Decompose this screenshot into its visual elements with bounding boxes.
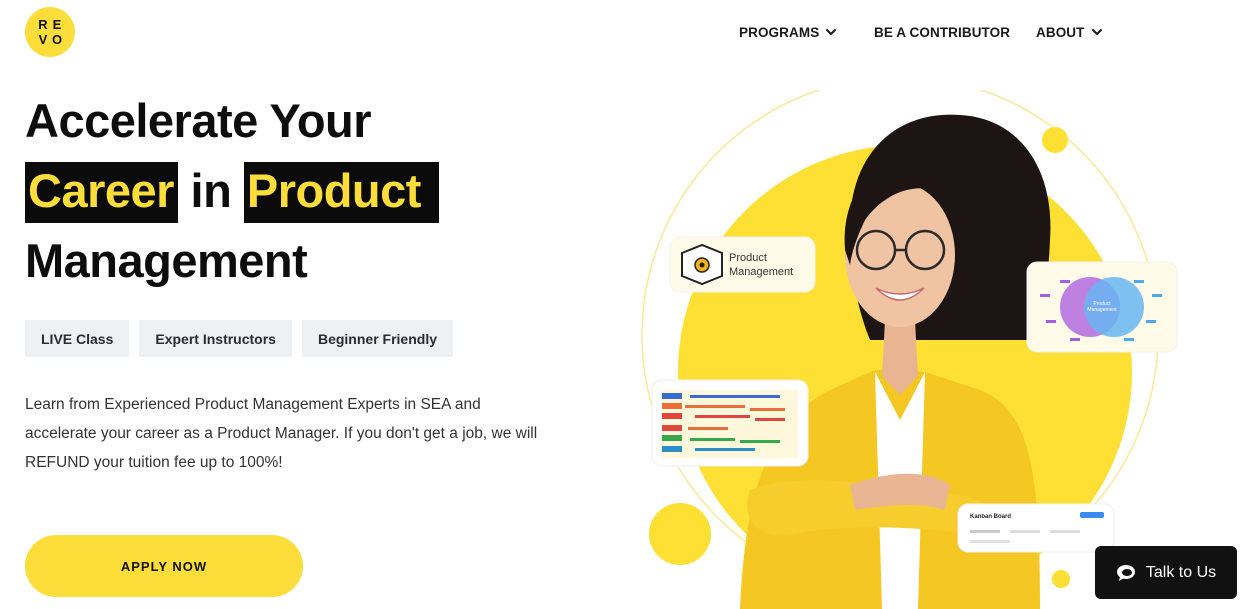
nav-contributor-label: BE A CONTRIBUTOR [874, 24, 1011, 40]
feature-tags: LIVE Class Expert Instructors Beginner F… [25, 320, 453, 357]
tag-beginner-friendly: Beginner Friendly [301, 320, 453, 357]
nav-about[interactable]: ABOUT [1036, 25, 1103, 40]
talk-to-us-button[interactable]: Talk to Us [1095, 546, 1237, 599]
logo-letter: V [38, 32, 48, 47]
small-dot-top [1042, 127, 1068, 153]
nav-programs-label: PROGRAMS [739, 24, 820, 40]
tag-expert-instructors: Expert Instructors [139, 320, 292, 357]
kanban-title: Kanban Board [970, 514, 1011, 520]
highlight-career: Career [25, 162, 178, 223]
chevron-down-icon [1091, 29, 1102, 35]
venn-diagram-card: Product Management [1026, 261, 1178, 353]
headline-line-1: Accelerate Your [25, 94, 372, 147]
small-dot-left [649, 503, 711, 565]
headline-line-2: Career in Product [25, 156, 439, 226]
hero-illustration: Product Management Product Management Ka… [641, 90, 1178, 609]
nav-programs[interactable]: PROGRAMS [739, 25, 837, 40]
kanban-board-card: Kanban Board [957, 503, 1115, 553]
product-management-card: Product Management [669, 236, 816, 293]
logo[interactable]: R E V O [25, 7, 75, 57]
chevron-down-icon [826, 29, 837, 35]
headline-line-3: Management [25, 234, 308, 287]
tag-live-class: LIVE Class [25, 320, 130, 357]
page-title: Accelerate Your Career in Product Manage… [25, 86, 439, 296]
venn-center-line2: Management [1087, 307, 1117, 313]
card-pm-line2: Management [729, 266, 793, 278]
chat-bubble-icon [1116, 564, 1135, 581]
logo-letter: E [52, 17, 62, 32]
headline-in: in [190, 164, 232, 217]
card-pm-line1: Product [729, 252, 767, 264]
nav-about-label: ABOUT [1036, 24, 1085, 40]
logo-letter: O [51, 32, 63, 47]
logo-letter: R [38, 17, 48, 32]
timeline-card [651, 379, 809, 467]
talk-to-us-label: Talk to Us [1145, 563, 1217, 581]
box-gear-icon [681, 243, 723, 286]
apply-now-button[interactable]: APPLY NOW [25, 535, 303, 597]
highlight-product: Product [243, 162, 439, 223]
small-dot-bottom [1052, 570, 1070, 588]
nav-contributor[interactable]: BE A CONTRIBUTOR [874, 25, 1010, 40]
hero-description: Learn from Experienced Product Managemen… [25, 396, 538, 471]
